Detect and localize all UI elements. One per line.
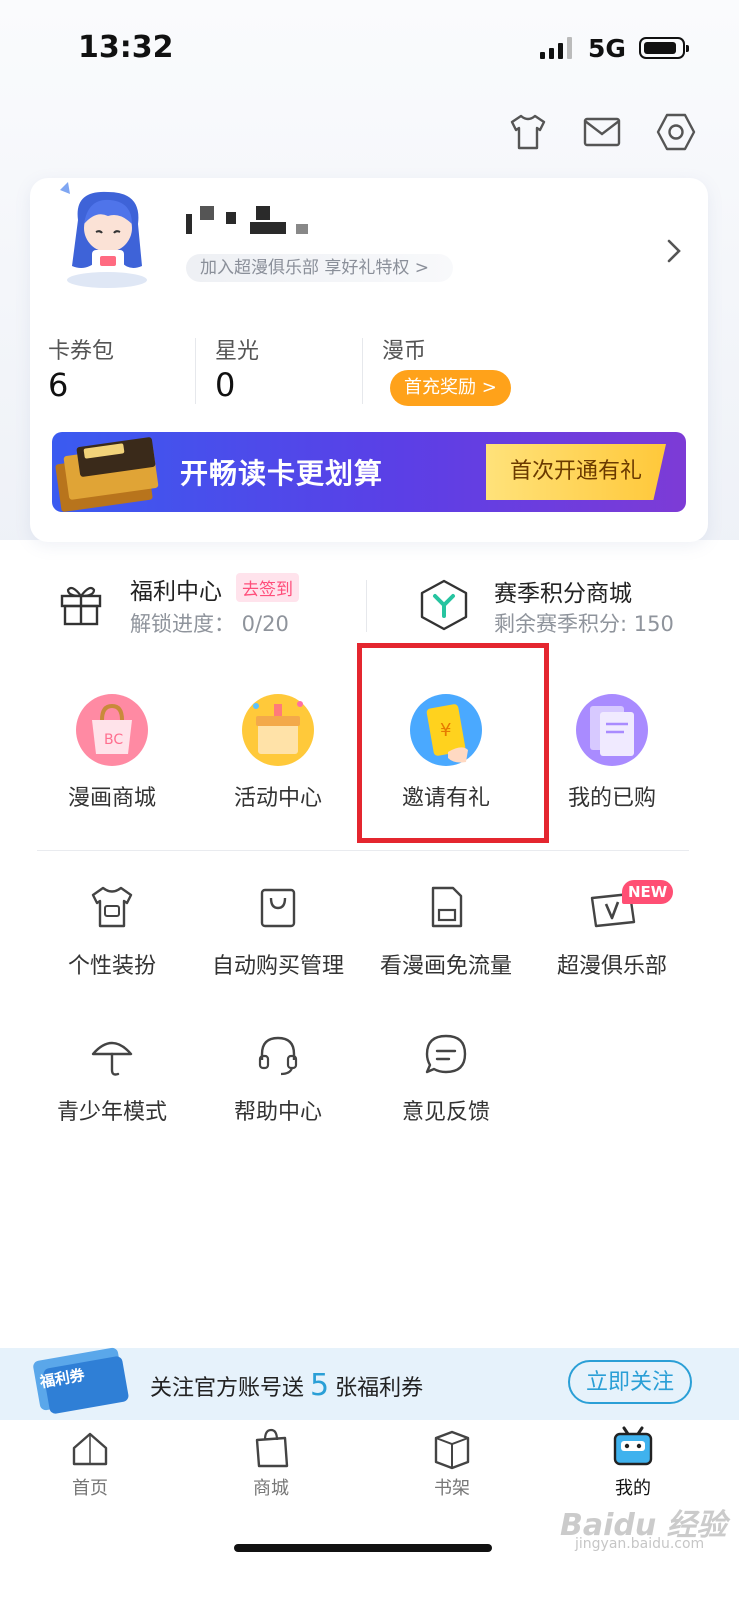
bookshelf-icon[interactable]	[430, 1426, 474, 1470]
umbrella-icon[interactable]	[87, 1030, 137, 1080]
feedback-label[interactable]: 意见反馈	[361, 1094, 531, 1126]
comic-coin-label[interactable]: 漫币	[382, 333, 426, 365]
battery-icon	[639, 37, 689, 59]
shop-icon[interactable]	[249, 1426, 293, 1470]
starlight-label[interactable]: 星光	[215, 333, 259, 365]
tab-home[interactable]: 首页	[40, 1474, 140, 1500]
coupon-wallet-label[interactable]: 卡券包	[48, 333, 114, 365]
tab-shop[interactable]: 商城	[221, 1474, 321, 1500]
home-icon[interactable]	[68, 1428, 112, 1470]
highlight-box	[357, 643, 549, 843]
first-recharge-badge[interactable]: 首充奖励 >	[390, 370, 511, 406]
books-icon[interactable]	[574, 692, 650, 768]
svg-text:BC: BC	[104, 732, 123, 748]
follow-text-before: 关注官方账号送	[150, 1376, 305, 1401]
vip-books-icon	[55, 437, 159, 512]
headset-icon[interactable]	[253, 1030, 303, 1080]
follow-text-after: 张福利券	[335, 1376, 424, 1401]
dress-up-label[interactable]: 个性装扮	[27, 948, 197, 980]
gift-icon[interactable]	[56, 578, 106, 628]
club-entry-tag[interactable]: 加入超漫俱乐部 享好礼特权 >	[186, 254, 454, 282]
coupon-wallet-value[interactable]: 6	[48, 366, 68, 404]
coupon-count: 5	[310, 1368, 330, 1403]
follow-now-button[interactable]: 立即关注	[568, 1360, 692, 1404]
super-club-label[interactable]: 超漫俱乐部	[527, 948, 697, 980]
vip-open-button[interactable]: 首次开通有礼	[486, 444, 666, 500]
profile-robot-icon[interactable]	[610, 1424, 656, 1470]
sign-in-badge[interactable]: 去签到	[236, 573, 299, 602]
coupon-card-icon: 福利券	[33, 1347, 129, 1414]
divider	[195, 338, 196, 404]
mail-icon[interactable]	[580, 110, 624, 154]
follow-official-bar[interactable]: 福利券 关注官方账号送 5 张福利券 立即关注	[0, 1347, 739, 1420]
avatar[interactable]	[58, 180, 156, 290]
free-data-label[interactable]: 看漫画免流量	[361, 948, 531, 980]
sim-card-icon[interactable]	[421, 882, 471, 932]
status-time: 13:32	[78, 30, 174, 65]
gift-box-icon[interactable]	[240, 692, 316, 768]
vip-banner-text: 开畅读卡更划算	[180, 457, 384, 490]
tshirt-icon[interactable]	[506, 110, 550, 154]
starlight-value[interactable]: 0	[215, 366, 235, 404]
activity-center-label[interactable]: 活动中心	[193, 780, 363, 812]
tab-profile[interactable]: 我的	[583, 1474, 683, 1500]
season-points-icon[interactable]	[418, 578, 470, 632]
my-purchased-label[interactable]: 我的已购	[527, 780, 697, 812]
shopping-bag-icon[interactable]: BC	[74, 692, 150, 768]
tshirt-outline-icon[interactable]	[87, 882, 137, 932]
help-center-label[interactable]: 帮助中心	[193, 1094, 363, 1126]
network-type: 5G	[588, 34, 626, 63]
divider	[362, 338, 363, 404]
welfare-center-title[interactable]: 福利中心	[130, 572, 222, 606]
season-mall-title[interactable]: 赛季积分商城	[494, 574, 632, 608]
auto-purchase-label[interactable]: 自动购买管理	[193, 948, 363, 980]
signal-icon	[540, 37, 580, 59]
tab-bookshelf[interactable]: 书架	[402, 1474, 502, 1500]
follow-promo-text: 关注官方账号送 5 张福利券	[150, 1368, 423, 1403]
section-divider	[37, 850, 689, 851]
feedback-icon[interactable]	[421, 1030, 471, 1080]
comic-mall-label[interactable]: 漫画商城	[27, 780, 197, 812]
shopping-bag-outline-icon[interactable]	[253, 882, 303, 932]
unlock-progress: 解锁进度： 0/20	[130, 612, 289, 636]
season-points-remaining: 剩余赛季积分: 150	[494, 612, 674, 636]
watermark-url: jingyan.baidu.com	[575, 1536, 705, 1552]
vip-card-banner[interactable]: 开畅读卡更划算 首次开通有礼	[52, 432, 686, 512]
teen-mode-label[interactable]: 青少年模式	[27, 1094, 197, 1126]
divider	[366, 580, 367, 632]
new-badge: NEW	[622, 880, 674, 904]
username-redacted	[186, 214, 192, 234]
home-indicator[interactable]	[234, 1544, 492, 1552]
chevron-right-icon[interactable]	[664, 238, 684, 264]
settings-icon[interactable]	[654, 110, 698, 154]
